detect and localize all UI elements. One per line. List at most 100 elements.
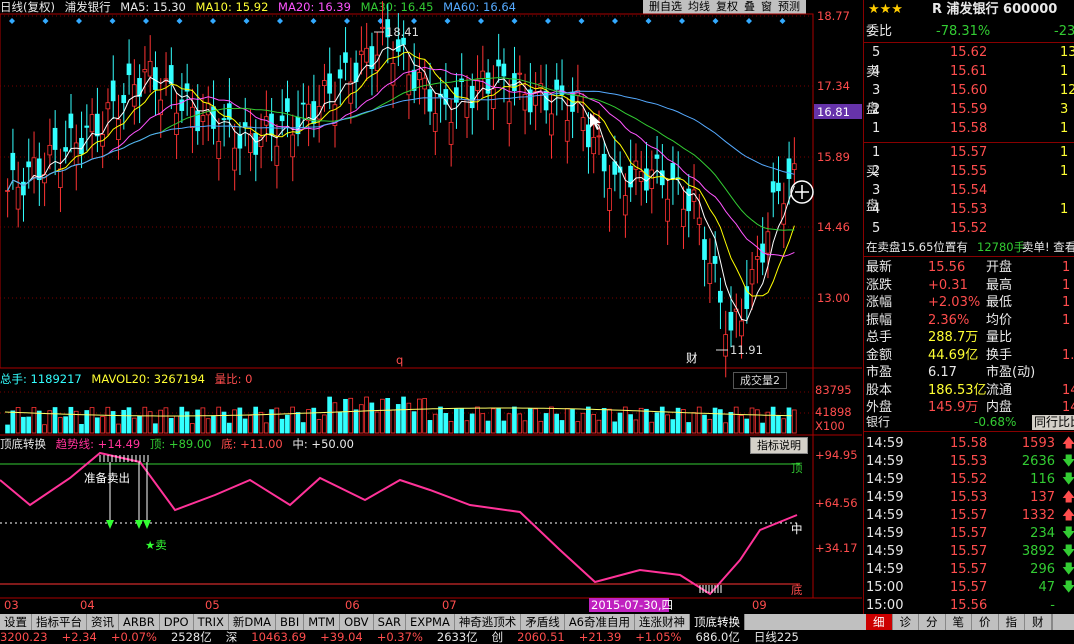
tab-14[interactable]: A6奇准自用: [565, 614, 635, 630]
tick-row: 14:59 15.53 137 🡅: [864, 488, 1074, 507]
tick-down-icon: 🡇: [1062, 560, 1074, 579]
volume-bar: [89, 407, 95, 434]
candle-body: [84, 125, 90, 128]
notice-row[interactable]: 在卖盘15.65位置有 12780手 卖单! 查看: [864, 238, 1074, 257]
sell-label-bottom: 盘: [866, 102, 880, 117]
volume-bar: [5, 424, 10, 434]
side-tab-0[interactable]: 细: [866, 614, 893, 630]
side-tab-4[interactable]: 价: [972, 614, 999, 630]
star-icons: ★★★: [868, 2, 903, 17]
side-tab-1[interactable]: 诊: [893, 614, 919, 630]
candle-body: [712, 256, 718, 264]
tab-12[interactable]: 神奇逃顶术: [455, 614, 522, 630]
candle-body: [448, 121, 454, 145]
tab-6[interactable]: 新DMA: [229, 614, 277, 630]
sell-level-3: 3 15.60 12: [864, 81, 1074, 100]
volume-bar: [781, 418, 787, 434]
volume-bar: [290, 406, 296, 434]
tab-1[interactable]: 指标平台: [32, 614, 87, 630]
indicator-explain-button[interactable]: 指标说明: [750, 437, 808, 454]
side-tab-3[interactable]: 笔: [946, 614, 972, 630]
buy-level-1: 1 15.57 1: [864, 143, 1074, 162]
candle-body: [665, 198, 670, 222]
candle-body: [754, 256, 760, 260]
candle-body: [728, 311, 734, 331]
tick-row: 14:59 15.57 234 🡇: [864, 524, 1074, 543]
volume-bar: [311, 407, 317, 434]
candle-body: [232, 147, 237, 171]
side-tab-5[interactable]: 指: [999, 614, 1025, 630]
volume-bar: [358, 404, 364, 434]
candle-body: [274, 145, 280, 166]
ma10-line: [7, 51, 795, 297]
candle-body: [116, 118, 121, 140]
tab-7[interactable]: BBI: [276, 614, 305, 630]
volume-bar: [533, 408, 538, 434]
sector-compare-button[interactable]: 同行比比: [1032, 415, 1074, 430]
kline-chart[interactable]: 18.77 17.34 15.89 14.46 13.00 16.81 18.41 11.91…: [0, 0, 862, 614]
side-tab-6[interactable]: 财: [1025, 614, 1052, 630]
status-item: +39.04: [320, 630, 363, 644]
finance-marker: 财: [686, 351, 698, 365]
volume-bar: [654, 412, 660, 434]
quote-value-2: 1: [1062, 295, 1071, 310]
tab-9[interactable]: OBV: [340, 614, 374, 630]
volume-bar: [226, 422, 232, 434]
tab-5[interactable]: TRIX: [194, 614, 229, 630]
volume-bar: [776, 415, 781, 434]
volume-bar: [475, 406, 480, 434]
signal-diamond-icon: [243, 18, 250, 24]
tab-16[interactable]: 顶底转换: [690, 614, 745, 630]
candle-body: [89, 114, 95, 133]
volume-bar: [527, 408, 533, 434]
level-price: 15.57: [950, 145, 988, 160]
volume-ratio: 量比: 0: [214, 372, 253, 386]
volume-bar: [237, 407, 243, 434]
tab-2[interactable]: 资讯: [87, 614, 119, 630]
level-price: 15.62: [950, 45, 988, 60]
indicator-name: 顶底转换: [0, 437, 46, 451]
side-tab-2[interactable]: 分: [919, 614, 946, 630]
price-axis-label: 15.89: [817, 150, 850, 164]
webi-row: 委比 -78.31% -23: [864, 22, 1074, 41]
volume-bar: [179, 406, 185, 434]
candle-body: [321, 80, 327, 87]
chart-pane[interactable]: 日线(复权) 浦发银行 MA5: 15.30 MA10: 15.92 MA20:…: [0, 0, 862, 644]
volume-bar: [564, 408, 570, 434]
quote-row-7: 股本 186.53亿流通 149.2: [864, 381, 1074, 400]
status-item: 2528亿: [170, 630, 212, 644]
volume-bar: [216, 406, 222, 434]
candle-body: [501, 63, 507, 77]
quote-value: +0.31: [928, 277, 968, 293]
tab-10[interactable]: SAR: [374, 614, 406, 630]
tab-4[interactable]: DPO: [160, 614, 194, 630]
sector-value: -0.68%: [974, 415, 1017, 429]
volume-bar: [385, 398, 391, 434]
tab-13[interactable]: 矛盾线: [521, 614, 565, 630]
candle-body: [337, 69, 343, 79]
volume-selector[interactable]: 成交量2: [733, 372, 787, 389]
sell-arrow-icon: [106, 520, 114, 529]
indicator-bottom-label: 底: [791, 583, 803, 597]
volume-bar: [496, 408, 501, 434]
level-volume: 13: [1060, 45, 1074, 60]
tab-15[interactable]: 连涨财神: [635, 614, 690, 630]
tab-0[interactable]: 设置: [0, 614, 32, 630]
volume-bar: [459, 408, 464, 434]
volume-bar: [570, 408, 575, 434]
volume-bar: [395, 404, 401, 434]
webi-extra: -23: [1054, 24, 1074, 39]
level-volume: 12: [1060, 83, 1074, 98]
tab-11[interactable]: EXPMA: [406, 614, 455, 630]
candle-body: [73, 142, 79, 166]
tick-down-icon: 🡇: [1062, 524, 1074, 543]
side-title: R 浦发银行 600000: [932, 2, 1058, 17]
volume-bar: [184, 411, 190, 434]
volume-bar: [321, 414, 327, 434]
volume-header: 总手: 1189217 MAVOL20: 3267194 量比: 0: [0, 372, 258, 386]
tab-8[interactable]: MTM: [304, 614, 341, 630]
tab-3[interactable]: ARBR: [119, 614, 160, 630]
candle-body: [200, 115, 206, 122]
candle-body: [422, 77, 428, 90]
quote-value-2: 1: [1062, 312, 1071, 328]
